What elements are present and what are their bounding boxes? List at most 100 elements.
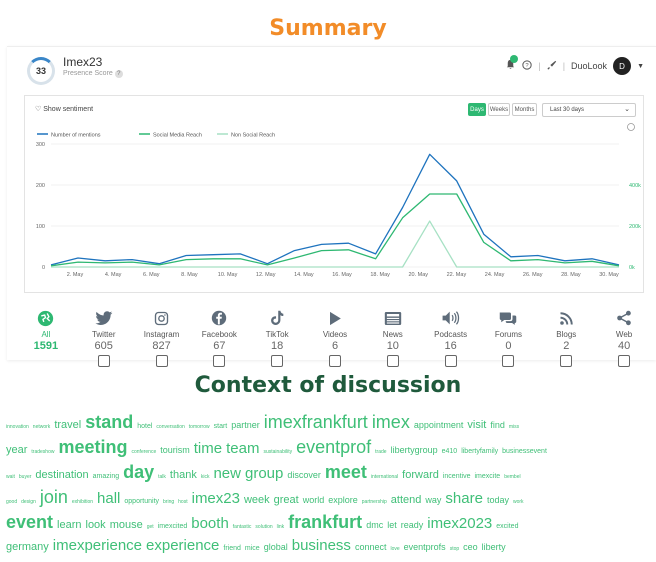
word-cloud-term[interactable]: travel <box>54 419 81 431</box>
channel-twitter[interactable]: Twitter 605 <box>74 309 134 367</box>
channel-checkbox[interactable] <box>618 355 631 367</box>
word-cloud-term[interactable]: get <box>147 524 154 530</box>
word-cloud-term[interactable]: germany <box>6 541 49 553</box>
channel-tiktok[interactable]: TikTok 18 <box>247 309 307 367</box>
word-cloud-term[interactable]: kick <box>201 474 210 480</box>
word-cloud-term[interactable]: learn <box>57 519 81 531</box>
word-cloud-term[interactable]: let <box>387 520 397 530</box>
word-cloud-term[interactable]: imexcite <box>475 473 501 480</box>
word-cloud-term[interactable]: today <box>487 495 509 505</box>
channel-all[interactable]: All 1591 <box>16 309 76 352</box>
word-cloud-term[interactable]: conversation <box>156 424 184 430</box>
word-cloud-term[interactable]: attend <box>391 494 422 506</box>
word-cloud-term[interactable]: buyer <box>19 474 32 480</box>
word-cloud-term[interactable]: tourism <box>160 445 190 455</box>
word-cloud-term[interactable]: mouse <box>110 519 143 531</box>
channel-checkbox[interactable] <box>97 355 110 367</box>
word-cloud-term[interactable]: friend <box>223 545 241 552</box>
word-cloud-term[interactable]: eventprof <box>296 437 371 458</box>
word-cloud-term[interactable]: liberty <box>482 542 506 552</box>
word-cloud-term[interactable]: partner <box>231 420 260 430</box>
channel-checkbox[interactable] <box>560 355 573 367</box>
word-cloud-term[interactable]: good <box>6 499 17 505</box>
rocket-icon[interactable] <box>547 60 557 72</box>
word-cloud-term[interactable]: talk <box>158 474 166 480</box>
word-cloud-term[interactable]: link <box>277 524 285 530</box>
word-cloud-term[interactable]: forward <box>402 469 439 481</box>
word-cloud-term[interactable]: partnership <box>362 499 387 505</box>
word-cloud-term[interactable]: love <box>390 546 399 552</box>
channel-checkbox[interactable] <box>444 355 457 367</box>
channel-checkbox[interactable] <box>271 355 284 367</box>
word-cloud-term[interactable]: destination <box>35 469 88 481</box>
channel-facebook[interactable]: Facebook 67 <box>189 309 249 367</box>
word-cloud-term[interactable]: year <box>6 444 27 456</box>
channel-news[interactable]: News 10 <box>363 309 423 367</box>
word-cloud-term[interactable]: bembel <box>504 474 520 480</box>
word-cloud-term[interactable]: explore <box>328 495 358 505</box>
word-cloud-term[interactable]: sustainability <box>263 449 292 455</box>
word-cloud-term[interactable]: host <box>178 499 187 505</box>
word-cloud-term[interactable]: ready <box>401 520 424 530</box>
word-cloud-term[interactable]: new <box>213 465 241 482</box>
channel-checkbox[interactable] <box>329 355 341 367</box>
word-cloud-term[interactable]: stand <box>85 412 133 433</box>
word-cloud-term[interactable]: miss <box>509 424 519 430</box>
word-cloud-term[interactable]: way <box>425 495 441 505</box>
word-cloud-term[interactable]: exhibition <box>72 499 93 505</box>
word-cloud-term[interactable]: week <box>244 494 270 506</box>
word-cloud-term[interactable]: imex <box>372 412 410 433</box>
word-cloud-term[interactable]: mice <box>245 545 260 552</box>
word-cloud-term[interactable]: time <box>194 440 222 457</box>
word-cloud-term[interactable]: frankfurt <box>288 512 362 533</box>
word-cloud-term[interactable]: bring <box>163 499 174 505</box>
chevron-down-icon[interactable]: ▼ <box>637 63 644 70</box>
channel-instagram[interactable]: Instagram 827 <box>132 309 192 367</box>
word-cloud-term[interactable]: tomorrow <box>189 424 210 430</box>
word-cloud-term[interactable]: look <box>86 519 106 531</box>
word-cloud-term[interactable]: incentive <box>443 473 471 480</box>
word-cloud-term[interactable]: world <box>303 495 325 505</box>
word-cloud-term[interactable]: businessevent <box>502 448 547 455</box>
word-cloud-term[interactable]: excited <box>496 523 518 530</box>
word-cloud-term[interactable]: opportunity <box>124 498 159 505</box>
channel-blogs[interactable]: Blogs 2 <box>536 309 596 367</box>
bell-icon[interactable] <box>505 55 519 73</box>
word-cloud-term[interactable]: libertyfamily <box>461 448 498 455</box>
word-cloud-term[interactable]: thank <box>170 469 197 481</box>
word-cloud-term[interactable]: imexfrankfurt <box>264 412 368 433</box>
word-cloud-term[interactable]: experience <box>146 537 219 554</box>
word-cloud-term[interactable]: join <box>40 487 68 508</box>
word-cloud-term[interactable]: wait <box>6 474 15 480</box>
channel-checkbox[interactable] <box>213 355 226 367</box>
word-cloud-term[interactable]: imex23 <box>192 490 240 507</box>
word-cloud-term[interactable]: discover <box>287 470 321 480</box>
word-cloud-term[interactable]: design <box>21 499 36 505</box>
word-cloud-term[interactable]: international <box>371 474 398 480</box>
word-cloud-term[interactable]: event <box>6 512 53 533</box>
word-cloud-term[interactable]: trade <box>375 449 386 455</box>
word-cloud-term[interactable]: find <box>490 420 505 430</box>
word-cloud-term[interactable]: imexcited <box>158 523 188 530</box>
word-cloud-term[interactable]: stop <box>450 546 459 552</box>
word-cloud-term[interactable]: group <box>245 465 283 482</box>
channel-checkbox[interactable] <box>502 355 515 367</box>
word-cloud-term[interactable]: work <box>513 499 524 505</box>
user-name[interactable]: DuoLook <box>571 61 607 71</box>
channel-podcasts[interactable]: Podcasts 16 <box>421 309 481 367</box>
word-cloud-term[interactable]: meet <box>325 462 367 483</box>
word-cloud-term[interactable]: eventprofs <box>404 542 446 552</box>
word-cloud-term[interactable]: libertygroup <box>391 445 438 455</box>
word-cloud-term[interactable]: business <box>292 537 351 554</box>
word-cloud-term[interactable]: network <box>33 424 51 430</box>
word-cloud-term[interactable]: fantastic <box>233 524 252 530</box>
word-cloud-term[interactable]: conference <box>132 449 157 455</box>
word-cloud-term[interactable]: start <box>214 423 228 430</box>
word-cloud-term[interactable]: day <box>123 462 154 483</box>
channel-checkbox[interactable] <box>386 355 399 367</box>
word-cloud-term[interactable]: meeting <box>58 437 127 458</box>
word-cloud-term[interactable]: booth <box>191 515 229 532</box>
word-cloud-term[interactable]: solution <box>255 524 272 530</box>
channel-web[interactable]: Web 40 <box>594 309 654 367</box>
word-cloud-term[interactable]: ceo <box>463 542 478 552</box>
